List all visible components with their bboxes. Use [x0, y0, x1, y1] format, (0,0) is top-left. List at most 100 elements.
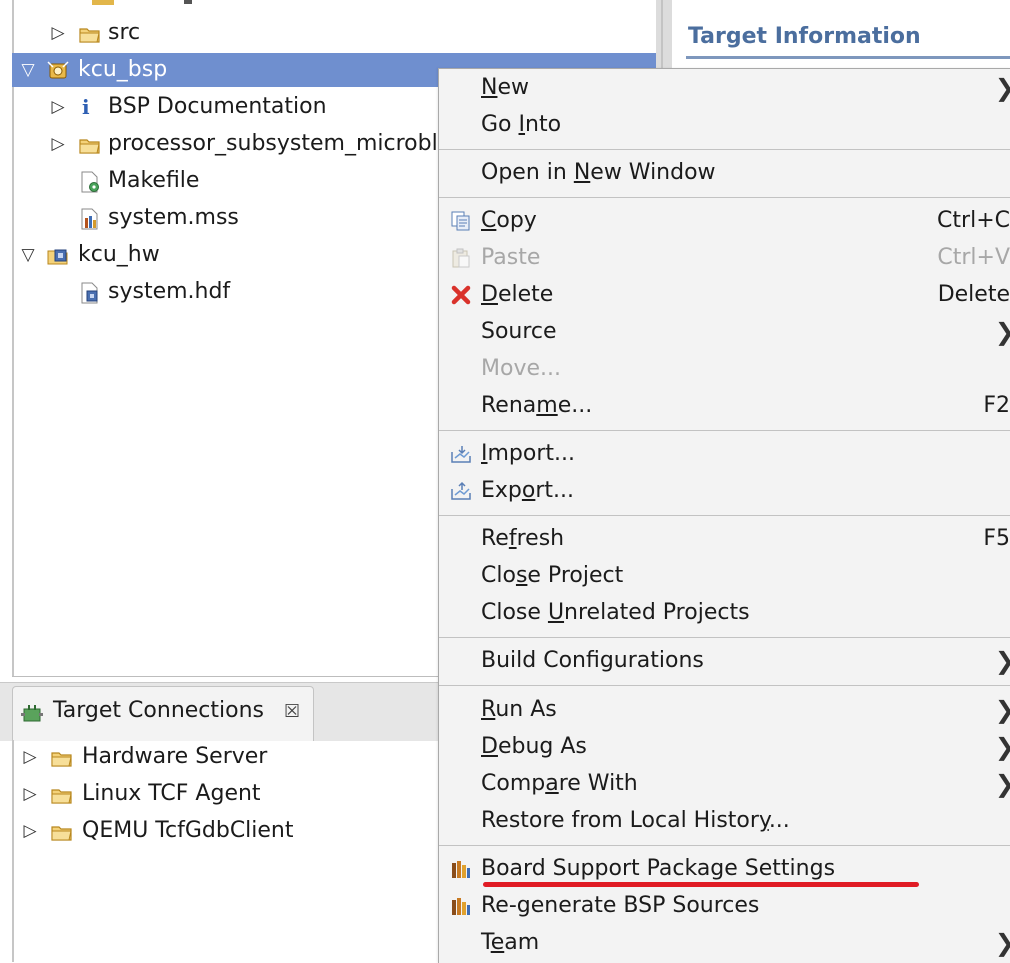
menu-item-label: Team	[481, 930, 540, 955]
shortcut-label: Ctrl+C	[937, 208, 1010, 233]
submenu-arrow-icon: ❯	[995, 925, 1010, 961]
shortcut-label: F5	[983, 526, 1010, 551]
menu-item-label: Go Into	[481, 112, 562, 137]
tab-label: Target Connections	[53, 698, 264, 723]
menu-item-paste: Paste Ctrl+V	[439, 240, 1010, 276]
menu-item-import[interactable]: Import...	[439, 436, 1010, 472]
tree-item-label: kcu_hw	[78, 242, 160, 267]
menu-item-label: Restore from Local History...	[481, 808, 790, 833]
menu-item-label: Export...	[481, 478, 575, 503]
folder-icon	[51, 752, 72, 767]
menu-item-close-unrelated-projects[interactable]: Close Unrelated Projects	[439, 595, 1010, 631]
menu-item-regenerate-bsp-sources[interactable]: Re-generate BSP Sources	[439, 888, 1010, 924]
menu-separator	[439, 197, 1010, 198]
collapse-arrow-icon[interactable]: ▽	[20, 53, 36, 87]
menu-item-label: Open in New Window	[481, 160, 716, 185]
menu-item-team[interactable]: Team ❯	[439, 925, 1010, 961]
menu-item-refresh[interactable]: Refresh F5	[439, 521, 1010, 557]
partial-row-above	[92, 0, 202, 6]
expand-arrow-icon[interactable]: ▷	[50, 90, 66, 124]
menu-item-go-into[interactable]: Go Into	[439, 107, 1010, 143]
menu-item-export[interactable]: Export...	[439, 473, 1010, 509]
menu-item-new[interactable]: New ❯	[439, 70, 1010, 106]
context-menu: New ❯ Go Into Open in New Window Copy Ct…	[438, 68, 1010, 963]
section-divider	[686, 56, 1010, 59]
expand-arrow-icon[interactable]: ▷	[22, 740, 38, 774]
submenu-arrow-icon: ❯	[995, 766, 1010, 802]
menu-item-label: Import...	[481, 441, 576, 466]
target-connections-icon	[21, 705, 43, 722]
import-icon	[451, 446, 471, 463]
menu-separator	[439, 430, 1010, 431]
collapse-arrow-icon[interactable]: ▽	[20, 238, 36, 272]
shortcut-label: Delete	[937, 282, 1010, 307]
menu-item-label: Run As	[481, 697, 557, 722]
export-icon	[451, 481, 471, 500]
info-icon: i	[82, 95, 90, 119]
tree-item-label: processor_subsystem_microbl	[108, 131, 438, 156]
tree-item-label: src	[108, 20, 141, 45]
menu-item-label: Close Unrelated Projects	[481, 600, 750, 625]
menu-item-rename[interactable]: Rename... F2	[439, 388, 1010, 424]
folder-icon	[79, 28, 100, 43]
expand-arrow-icon[interactable]: ▷	[50, 127, 66, 161]
menu-item-label: Close Project	[481, 563, 624, 588]
tree-item-label: Hardware Server	[82, 744, 268, 769]
menu-separator	[439, 515, 1010, 516]
shortcut-label: F2	[983, 393, 1010, 418]
menu-item-debug-as[interactable]: Debug As ❯	[439, 729, 1010, 765]
menu-separator	[439, 845, 1010, 846]
tree-item-linux-tcf-agent[interactable]: ▷ Linux TCF Agent	[12, 777, 438, 811]
menu-item-close-project[interactable]: Close Project	[439, 558, 1010, 594]
menu-item-label: Source	[481, 319, 557, 344]
submenu-arrow-icon: ❯	[995, 70, 1010, 106]
submenu-arrow-icon: ❯	[995, 729, 1010, 765]
menu-item-source[interactable]: Source ❯	[439, 314, 1010, 350]
copy-icon	[451, 211, 470, 231]
folder-icon	[51, 826, 72, 841]
folder-icon	[51, 789, 72, 804]
tree-item-label: Linux TCF Agent	[82, 781, 261, 806]
tree-item-qemu-tcfgdbclient[interactable]: ▷ QEMU TcfGdbClient	[12, 814, 438, 848]
menu-item-label: New	[481, 75, 529, 100]
menu-separator	[439, 149, 1010, 150]
menu-item-delete[interactable]: Delete Delete	[439, 277, 1010, 313]
menu-item-label: Paste	[481, 245, 541, 270]
expand-arrow-icon[interactable]: ▷	[22, 777, 38, 811]
expand-arrow-icon[interactable]: ▷	[50, 16, 66, 50]
close-tab-icon[interactable]: ☒	[284, 701, 300, 722]
bsp-regenerate-icon	[452, 898, 470, 915]
tree-item-label: BSP Documentation	[108, 94, 327, 119]
menu-item-label: Refresh	[481, 526, 565, 551]
tree-item-label: QEMU TcfGdbClient	[82, 818, 294, 843]
shortcut-label: Ctrl+V	[937, 245, 1010, 270]
menu-item-run-as[interactable]: Run As ❯	[439, 692, 1010, 728]
tree-item-label: system.hdf	[108, 279, 231, 304]
bsp-project-icon	[47, 61, 69, 79]
expand-arrow-icon[interactable]: ▷	[22, 814, 38, 848]
menu-item-open-in-new-window[interactable]: Open in New Window	[439, 155, 1010, 191]
menu-separator	[439, 685, 1010, 686]
menu-item-restore-from-local-history[interactable]: Restore from Local History...	[439, 803, 1010, 839]
highlight-underline	[483, 882, 919, 887]
menu-item-build-configurations[interactable]: Build Configurations ❯	[439, 643, 1010, 679]
tree-item-src[interactable]: ▷ src	[12, 16, 656, 50]
folder-icon	[79, 139, 100, 154]
target-information-title: Target Information	[688, 24, 921, 49]
menu-separator	[439, 637, 1010, 638]
paste-icon	[452, 248, 470, 268]
menu-item-label: Copy	[481, 208, 537, 233]
menu-item-label: Delete	[481, 282, 554, 307]
tree-item-hardware-server[interactable]: ▷ Hardware Server	[12, 740, 438, 774]
mss-file-icon	[81, 208, 98, 230]
tab-target-connections[interactable]: Target Connections ☒	[12, 686, 314, 741]
tree-item-label: system.mss	[108, 205, 239, 230]
menu-item-label: Debug As	[481, 734, 587, 759]
hw-project-icon	[47, 249, 68, 265]
menu-item-move: Move...	[439, 351, 1010, 387]
menu-item-compare-with[interactable]: Compare With ❯	[439, 766, 1010, 802]
menu-item-label: Re-generate BSP Sources	[481, 893, 760, 918]
submenu-arrow-icon: ❯	[995, 692, 1010, 728]
menu-item-copy[interactable]: Copy Ctrl+C	[439, 203, 1010, 239]
bsp-settings-icon	[452, 861, 470, 878]
